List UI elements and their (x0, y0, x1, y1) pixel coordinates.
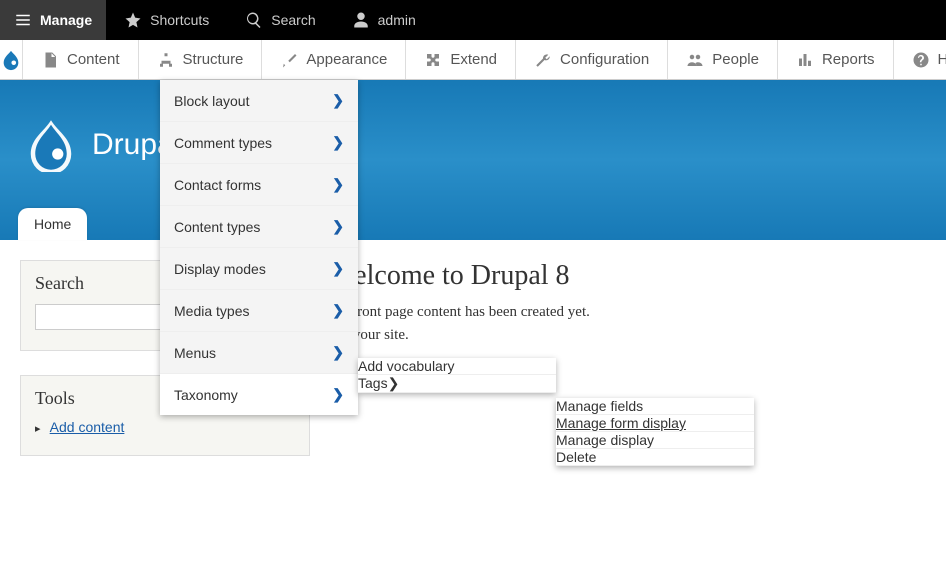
chevron-right-icon: ❯ (332, 302, 344, 319)
tab-label: Configuration (560, 51, 649, 68)
user-icon (352, 11, 370, 29)
chevron-right-icon: ❯ (332, 218, 344, 235)
menu-label: Content types (174, 219, 260, 235)
tab-label: Help (938, 51, 946, 68)
menu-contact-forms[interactable]: Contact forms ❯ (160, 164, 358, 206)
manage-button[interactable]: Manage (0, 0, 106, 40)
menu-menus[interactable]: Menus ❯ (160, 332, 358, 374)
menu-block-layout[interactable]: Block layout ❯ (160, 80, 358, 122)
tab-label: Content (67, 51, 120, 68)
tab-configuration[interactable]: Configuration (516, 40, 668, 79)
body-line-2: ing your site. (330, 327, 926, 344)
site-header: Drupal 8 Home (0, 80, 946, 240)
add-content-link[interactable]: Add content (50, 419, 125, 435)
taxonomy-submenu: Add vocabulary Tags❯ (358, 358, 556, 393)
menu-label: Manage display (556, 432, 654, 448)
menu-label: Block layout (174, 93, 249, 109)
tab-content[interactable]: Content (23, 40, 139, 79)
admin-menu: Content Structure Appearance Extend Conf… (0, 40, 946, 80)
paintbrush-icon (280, 51, 298, 69)
body-line-1: No front page content has been created y… (330, 304, 926, 321)
document-icon (41, 51, 59, 69)
wrench-icon (534, 51, 552, 69)
bar-chart-icon (796, 51, 814, 69)
menu-label: Media types (174, 303, 249, 319)
chevron-right-icon: ❯ (332, 92, 344, 109)
menu-display-modes[interactable]: Display modes ❯ (160, 248, 358, 290)
menu-label: Display modes (174, 261, 266, 277)
bullet-icon: ▸ (35, 423, 41, 435)
primary-tab-home[interactable]: Home (18, 208, 87, 240)
manage-label: Manage (40, 12, 92, 28)
hierarchy-icon (157, 51, 175, 69)
search-button[interactable]: Search (227, 0, 333, 40)
page-title: Welcome to Drupal 8 (330, 260, 926, 292)
menu-add-vocabulary[interactable]: Add vocabulary (358, 358, 556, 375)
shortcuts-label: Shortcuts (150, 12, 209, 28)
menu-manage-form-display[interactable]: Manage form display (556, 415, 754, 432)
tab-extend[interactable]: Extend (406, 40, 516, 79)
menu-label: Tags (358, 375, 388, 391)
puzzle-icon (424, 51, 442, 69)
user-button[interactable]: admin (334, 0, 434, 40)
chevron-right-icon: ❯ (332, 134, 344, 151)
hamburger-icon (14, 11, 32, 29)
menu-label: Add vocabulary (358, 358, 455, 374)
star-icon (124, 11, 142, 29)
menu-comment-types[interactable]: Comment types ❯ (160, 122, 358, 164)
tab-structure[interactable]: Structure (139, 40, 263, 79)
drupal-logo-small[interactable] (0, 40, 23, 79)
shortcuts-button[interactable]: Shortcuts (106, 0, 227, 40)
user-label: admin (378, 12, 416, 28)
help-icon (912, 51, 930, 69)
chevron-right-icon: ❯ (332, 386, 344, 403)
chevron-right-icon: ❯ (332, 344, 344, 361)
menu-label: Comment types (174, 135, 272, 151)
menu-manage-fields[interactable]: Manage fields (556, 398, 754, 415)
menu-label: Contact forms (174, 177, 261, 193)
menu-label: Delete (556, 449, 596, 465)
tab-people[interactable]: People (668, 40, 778, 79)
chevron-right-icon: ❯ (332, 260, 344, 277)
top-toolbar: Manage Shortcuts Search admin (0, 0, 946, 40)
menu-label: Manage form display (556, 415, 686, 431)
chevron-right-icon: ❯ (332, 176, 344, 193)
structure-dropdown: Block layout ❯ Comment types ❯ Contact for… (160, 80, 358, 415)
people-icon (686, 51, 704, 69)
search-icon (245, 11, 263, 29)
tab-label: People (712, 51, 759, 68)
tab-help[interactable]: Help (894, 40, 946, 79)
tab-label: Extend (450, 51, 497, 68)
menu-delete[interactable]: Delete (556, 449, 754, 466)
tab-label: Structure (183, 51, 244, 68)
tags-submenu: Manage fields Manage form display Manage… (556, 398, 754, 466)
tab-label: Reports (822, 51, 875, 68)
menu-taxonomy[interactable]: Taxonomy ❯ (160, 374, 358, 415)
menu-label: Taxonomy (174, 387, 238, 403)
tab-appearance[interactable]: Appearance (262, 40, 406, 79)
tab-reports[interactable]: Reports (778, 40, 894, 79)
menu-tags[interactable]: Tags❯ (358, 375, 556, 393)
drupal-drop-icon (0, 49, 22, 71)
menu-media-types[interactable]: Media types ❯ (160, 290, 358, 332)
menu-manage-display[interactable]: Manage display (556, 432, 754, 449)
menu-label: Menus (174, 345, 216, 361)
search-label: Search (271, 12, 315, 28)
tab-label: Appearance (306, 51, 387, 68)
drupal-drop-logo (24, 118, 78, 172)
menu-content-types[interactable]: Content types ❯ (160, 206, 358, 248)
chevron-right-icon: ❯ (388, 375, 400, 391)
menu-label: Manage fields (556, 398, 643, 414)
home-tab-label: Home (34, 216, 71, 232)
